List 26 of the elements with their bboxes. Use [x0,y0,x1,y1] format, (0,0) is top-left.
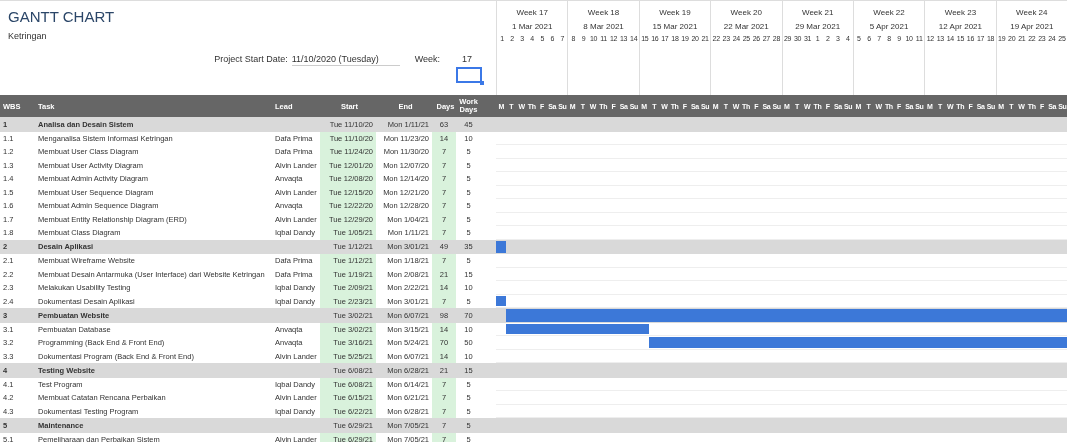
week-date: 22 Mar 2021 [723,21,769,33]
week-label: Week 23 [944,7,977,19]
week-label: Week 22 [873,7,905,19]
week-date: 5 Apr 2021 [869,21,909,33]
week-label: Week 17 [516,7,548,19]
chart-title: GANTT CHART [8,8,116,25]
selected-cell[interactable] [456,67,482,83]
week-label: Week: [414,54,440,64]
week-label: Week 24 [1016,7,1048,19]
week-date: 15 Mar 2021 [652,21,698,33]
gantt-bar[interactable] [496,295,507,306]
gantt-bar[interactable] [496,240,507,253]
gantt-bar[interactable] [506,323,649,334]
week-date: 19 Apr 2021 [1010,21,1054,33]
project-name: Ketringan [8,31,48,41]
week-label: Week 18 [587,7,620,19]
week-date: 29 Mar 2021 [795,21,841,33]
week-label: Week 21 [801,7,834,19]
week-label: Week 20 [730,7,763,19]
week-value[interactable]: 17 [458,54,472,64]
project-start-label: Project Start Date: [214,54,288,64]
week-date: 8 Mar 2021 [583,21,624,33]
week-label: Week 19 [659,7,691,19]
project-start-value[interactable]: 11/10/2020 (Tuesday) [291,54,400,66]
week-date: 1 Mar 2021 [511,21,553,33]
week-date: 12 Apr 2021 [938,21,982,33]
